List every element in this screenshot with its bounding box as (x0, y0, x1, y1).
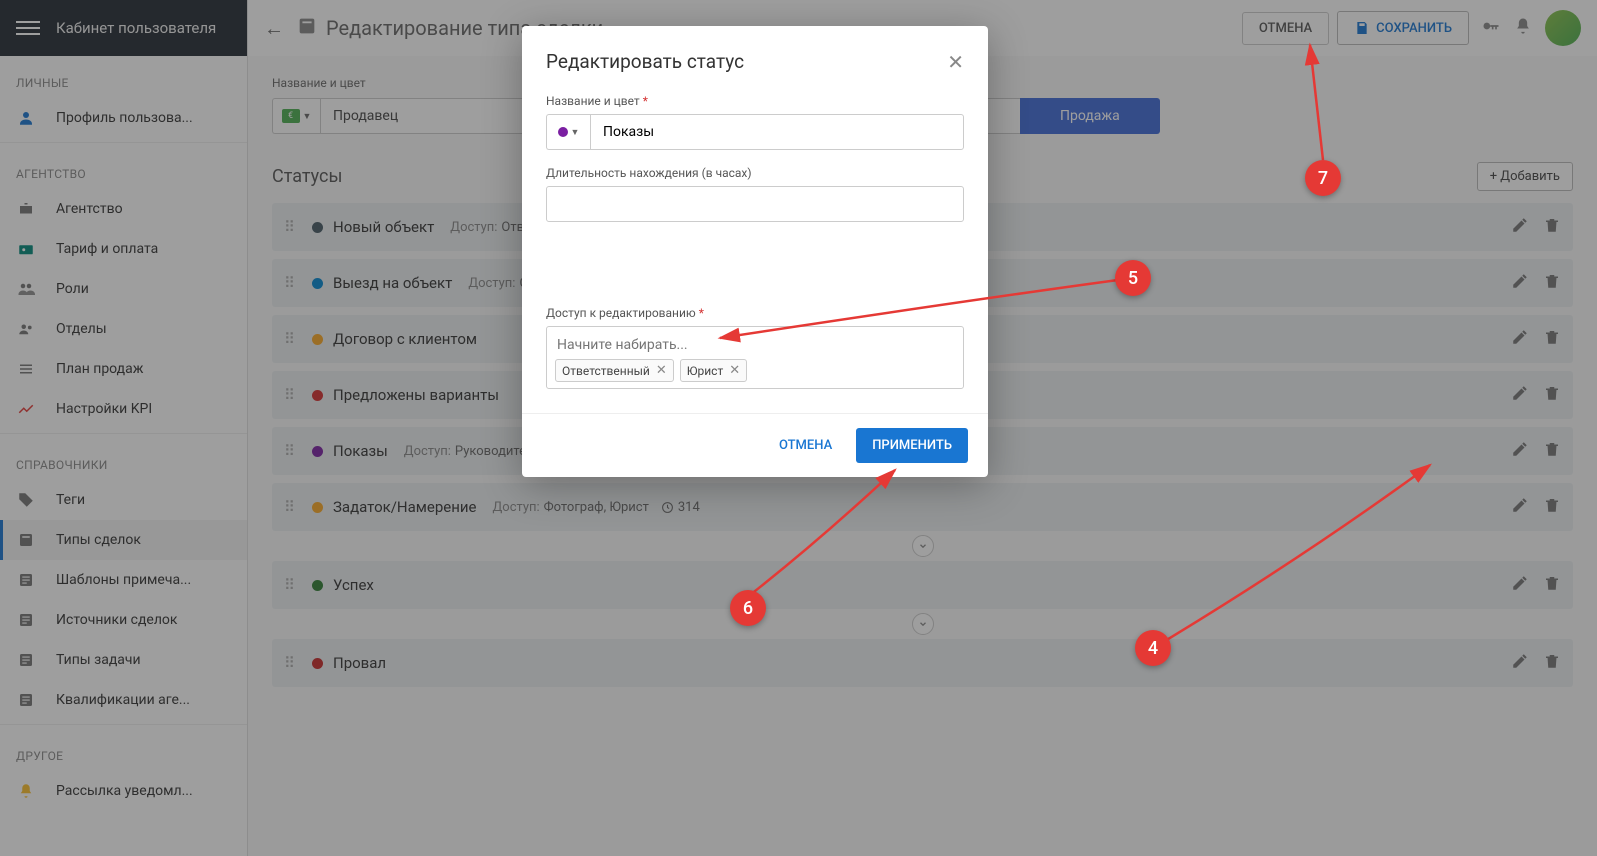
remove-tag-icon[interactable]: ✕ (729, 363, 740, 378)
annotation-7: 7 (1305, 160, 1341, 196)
color-dot-icon (558, 127, 568, 137)
annotation-5: 5 (1115, 260, 1151, 296)
modal-duration-label: Длительность нахождения (в часах) (546, 166, 964, 180)
annotation-4: 4 (1135, 630, 1171, 666)
close-icon[interactable]: ✕ (947, 50, 964, 74)
modal-duration-input[interactable] (546, 186, 964, 222)
modal-name-label: Название и цвет * (546, 94, 964, 108)
modal-name-input[interactable] (590, 114, 964, 150)
chevron-down-icon: ▼ (571, 127, 580, 138)
modal-edit-status: Редактировать статус ✕ Название и цвет *… (522, 26, 988, 477)
modal-cancel-button[interactable]: ОТМЕНА (767, 428, 844, 463)
modal-access-label: Доступ к редактированию * (546, 306, 964, 320)
remove-tag-icon[interactable]: ✕ (656, 363, 667, 378)
modal-color-select[interactable]: ▼ (546, 114, 590, 150)
access-tag: Ответственный✕ (555, 359, 674, 382)
access-tag: Юрист✕ (680, 359, 747, 382)
modal-access-input[interactable] (555, 333, 955, 359)
modal-apply-button[interactable]: ПРИМЕНИТЬ (856, 428, 968, 463)
modal-title: Редактировать статус (546, 50, 744, 73)
modal-access-tagbox[interactable]: Ответственный✕ Юрист✕ (546, 326, 964, 389)
annotation-6: 6 (730, 590, 766, 626)
